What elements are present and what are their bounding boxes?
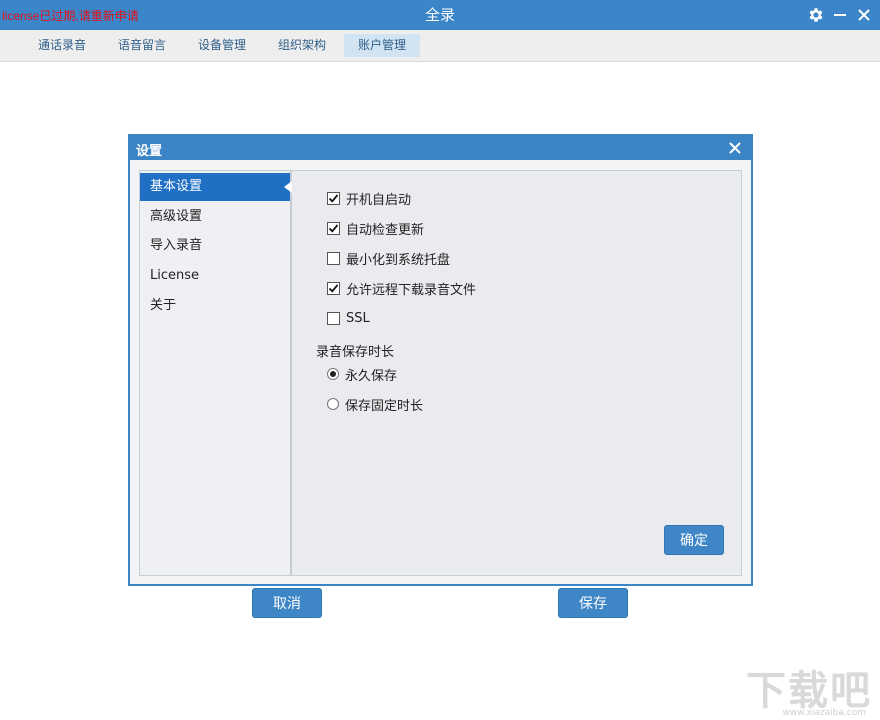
- checkbox-minimize-to-tray[interactable]: [327, 252, 340, 265]
- settings-nav: 基本设置 高级设置 导入录音 License 关于: [140, 171, 292, 575]
- option-label: 永久保存: [345, 365, 397, 384]
- radio-keep-fixed-duration[interactable]: [327, 398, 339, 410]
- tab-organization[interactable]: 组织架构: [264, 34, 340, 57]
- checkbox-auto-update[interactable]: [327, 222, 340, 235]
- dialog-body: 基本设置 高级设置 导入录音 License 关于 开机自启动 自动检查更新 最…: [139, 170, 742, 576]
- title-bar: license已过期,请重新申请 全录: [0, 0, 880, 30]
- basic-settings-pane: 开机自启动 自动检查更新 最小化到系统托盘 允许远程下载录音文件 SSL 录音保…: [294, 171, 741, 575]
- option-autostart[interactable]: 开机自启动: [327, 188, 411, 208]
- tab-voice-message[interactable]: 语音留言: [104, 34, 180, 57]
- option-keep-forever[interactable]: 永久保存: [327, 364, 397, 384]
- nav-item-advanced-settings[interactable]: 高级设置: [140, 203, 290, 231]
- nav-item-label: 基本设置: [150, 179, 202, 194]
- minimize-icon[interactable]: [829, 4, 851, 26]
- option-label: 自动检查更新: [346, 219, 424, 238]
- confirm-button[interactable]: 确定: [664, 525, 724, 555]
- cancel-button[interactable]: 取消: [252, 588, 322, 618]
- dialog-close-icon[interactable]: [727, 140, 743, 156]
- active-pointer-icon: [284, 181, 292, 193]
- settings-gear-icon[interactable]: [805, 4, 827, 26]
- tab-call-recording[interactable]: 通话录音: [24, 34, 100, 57]
- close-window-icon[interactable]: [853, 4, 875, 26]
- nav-item-about[interactable]: 关于: [140, 292, 290, 320]
- app-title: 全录: [0, 4, 880, 25]
- dialog-header: 设置: [130, 136, 751, 160]
- tab-account-management[interactable]: 账户管理: [344, 34, 420, 57]
- option-keep-fixed-duration[interactable]: 保存固定时长: [327, 394, 423, 414]
- dialog-title: 设置: [136, 140, 162, 159]
- checkbox-ssl[interactable]: [327, 312, 340, 325]
- option-ssl[interactable]: SSL: [327, 308, 370, 328]
- checkbox-remote-download[interactable]: [327, 282, 340, 295]
- option-auto-update[interactable]: 自动检查更新: [327, 218, 424, 238]
- main-tab-bar: 通话录音 语音留言 设备管理 组织架构 账户管理: [0, 30, 880, 62]
- radio-keep-forever[interactable]: [327, 368, 339, 380]
- option-label: SSL: [346, 311, 370, 326]
- watermark-url: www.xiazaiba.com: [782, 708, 866, 718]
- tab-device-management[interactable]: 设备管理: [184, 34, 260, 57]
- checkbox-autostart[interactable]: [327, 192, 340, 205]
- nav-item-import-recording[interactable]: 导入录音: [140, 232, 290, 260]
- option-label: 最小化到系统托盘: [346, 249, 450, 268]
- option-label: 允许远程下载录音文件: [346, 279, 476, 298]
- nav-item-basic-settings[interactable]: 基本设置: [140, 173, 290, 201]
- option-remote-download[interactable]: 允许远程下载录音文件: [327, 278, 476, 298]
- nav-item-license[interactable]: License: [140, 262, 290, 290]
- retention-label: 录音保存时长: [316, 341, 394, 360]
- option-label: 开机自启动: [346, 189, 411, 208]
- save-button[interactable]: 保存: [558, 588, 628, 618]
- option-label: 保存固定时长: [345, 395, 423, 414]
- option-minimize-to-tray[interactable]: 最小化到系统托盘: [327, 248, 450, 268]
- settings-dialog: 设置 基本设置 高级设置 导入录音 License 关于 开机自启动 自动检查更…: [128, 134, 753, 586]
